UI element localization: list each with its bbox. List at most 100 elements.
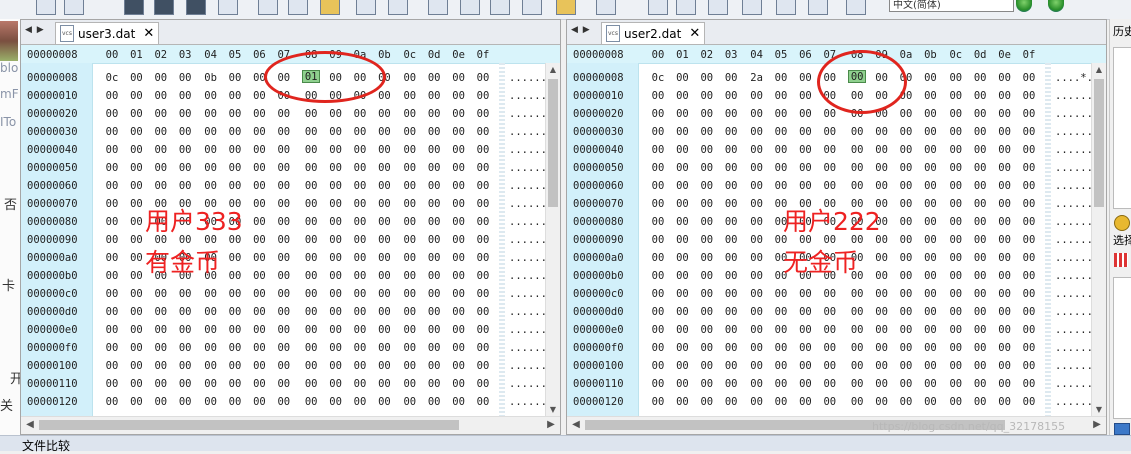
hex-byte[interactable]: 00 xyxy=(351,378,369,390)
ascii-text[interactable]: ...... xyxy=(509,90,547,102)
hex-byte[interactable]: 00 xyxy=(202,396,220,408)
hex-row[interactable]: 000000e0 00 00 00 00 00 00 00 00 00 00 00 00 00 00 00 00… xyxy=(21,321,547,339)
hex-byte[interactable]: 00 xyxy=(971,342,989,354)
hex-byte[interactable]: 00 xyxy=(425,126,443,138)
ascii-text[interactable]: ...... xyxy=(509,252,547,264)
hex-byte[interactable]: 00 xyxy=(375,162,393,174)
hex-byte[interactable]: 00 xyxy=(698,288,716,300)
hex-byte[interactable]: 00 xyxy=(127,90,145,102)
paste-icon[interactable] xyxy=(388,0,408,15)
hex-byte[interactable]: 00 xyxy=(127,198,145,210)
hex-byte[interactable]: 00 xyxy=(302,108,320,120)
hex-row[interactable]: 000000a0 00 00 00 00 00 00 00 00 00 00 00 00 00 00 00 00… xyxy=(21,249,547,267)
hex-byte[interactable]: 00 xyxy=(401,180,419,192)
hex-byte[interactable]: 00 xyxy=(226,270,244,282)
hex-byte[interactable]: 00 xyxy=(450,378,468,390)
hex-byte[interactable]: 00 xyxy=(722,306,740,318)
hex-byte[interactable]: 00 xyxy=(897,324,915,336)
hex-byte[interactable]: 00 xyxy=(921,270,939,282)
hex-byte[interactable]: 00 xyxy=(996,396,1014,408)
hex-byte[interactable]: 00 xyxy=(425,108,443,120)
hex-byte[interactable]: 00 xyxy=(649,180,667,192)
hex-byte[interactable]: 00 xyxy=(971,162,989,174)
calendar-small-icon[interactable] xyxy=(1114,423,1130,435)
ascii-text[interactable]: ...... xyxy=(509,72,547,84)
hex-byte[interactable]: 00 xyxy=(873,144,891,156)
hex-byte[interactable]: 00 xyxy=(947,108,965,120)
hex-row[interactable]: 00000060 00 00 00 00 00 00 00 00 00 00 00 00 00 00 00 00… xyxy=(567,177,1093,195)
hex-byte[interactable]: 00 xyxy=(152,90,170,102)
ascii-text[interactable]: ...... xyxy=(509,126,547,138)
hex-byte[interactable]: 00 xyxy=(127,162,145,174)
scroll-down-icon[interactable]: ▼ xyxy=(546,403,560,417)
hex-byte[interactable]: 00 xyxy=(152,360,170,372)
hex-byte[interactable]: 00 xyxy=(302,162,320,174)
tools-icon[interactable] xyxy=(490,0,510,15)
hex-byte[interactable]: 00 xyxy=(103,162,121,174)
ascii-text[interactable]: ...... xyxy=(509,234,547,246)
hex-byte[interactable]: 00 xyxy=(127,216,145,228)
hex-byte[interactable]: 00 xyxy=(947,72,965,84)
hex-byte[interactable]: 00 xyxy=(698,306,716,318)
hex-byte[interactable]: 00 xyxy=(176,180,194,192)
hex-byte[interactable]: 00 xyxy=(996,342,1014,354)
hex-byte[interactable]: 00 xyxy=(275,126,293,138)
ascii-text[interactable]: ...... xyxy=(1055,144,1093,156)
hex-byte[interactable]: 00 xyxy=(1020,342,1038,354)
hex-byte[interactable]: 00 xyxy=(649,306,667,318)
hex-byte[interactable]: 00 xyxy=(127,288,145,300)
hex-byte[interactable]: 00 xyxy=(176,126,194,138)
hex-byte[interactable]: 00 xyxy=(796,288,814,300)
hex-byte[interactable]: 00 xyxy=(772,288,790,300)
hex-byte[interactable]: 00 xyxy=(250,270,268,282)
undo-icon[interactable] xyxy=(258,0,278,15)
ascii-text[interactable]: ...... xyxy=(1055,378,1093,390)
hex-byte[interactable]: 00 xyxy=(821,306,839,318)
hex-byte[interactable]: 00 xyxy=(873,162,891,174)
hex-byte[interactable]: 00 xyxy=(1020,396,1038,408)
hex-byte[interactable]: 00 xyxy=(772,342,790,354)
hex-byte[interactable]: 00 xyxy=(848,396,866,408)
hex-byte[interactable]: 00 xyxy=(722,162,740,174)
hex-byte[interactable]: 00 xyxy=(649,252,667,264)
hex-byte[interactable]: 00 xyxy=(947,126,965,138)
hex-byte[interactable]: 00 xyxy=(375,396,393,408)
hex-byte[interactable]: 00 xyxy=(450,72,468,84)
hex-byte[interactable]: 00 xyxy=(375,306,393,318)
hex-byte[interactable]: 00 xyxy=(921,252,939,264)
hex-byte[interactable]: 00 xyxy=(474,90,492,102)
hex-byte[interactable]: 00 xyxy=(748,180,766,192)
hex-byte[interactable]: 00 xyxy=(103,288,121,300)
hex-byte[interactable]: 00 xyxy=(351,162,369,174)
tab-nav-arrows-icon[interactable]: ◀ ▶ xyxy=(25,25,45,35)
hex-byte[interactable]: 00 xyxy=(722,198,740,210)
hex-byte[interactable]: 00 xyxy=(673,180,691,192)
hex-byte[interactable]: 00 xyxy=(450,90,468,102)
ascii-text[interactable]: ...... xyxy=(1055,324,1093,336)
hex-row[interactable]: 000000c0 00 00 00 00 00 00 00 00 00 00 00 00 00 00 00 00… xyxy=(21,285,547,303)
hex-byte[interactable]: 00 xyxy=(152,126,170,138)
hex-byte[interactable]: 00 xyxy=(250,216,268,228)
save-as-icon[interactable] xyxy=(186,0,206,15)
hex-byte[interactable]: 00 xyxy=(152,288,170,300)
hex-byte[interactable]: 00 xyxy=(103,270,121,282)
scroll-left-icon[interactable]: ◀ xyxy=(23,418,37,432)
hex-byte[interactable]: 00 xyxy=(450,108,468,120)
hscroll-thumb[interactable] xyxy=(39,420,459,430)
hex-byte[interactable]: 00 xyxy=(375,378,393,390)
hex-byte[interactable]: 00 xyxy=(450,252,468,264)
hex-byte[interactable]: 00 xyxy=(275,378,293,390)
hex-byte[interactable]: 00 xyxy=(275,162,293,174)
hex-byte[interactable]: 00 xyxy=(351,198,369,210)
hex-byte[interactable]: 00 xyxy=(722,396,740,408)
hex-byte[interactable]: 00 xyxy=(873,180,891,192)
hex-byte[interactable]: 00 xyxy=(327,270,345,282)
hex-byte[interactable]: 00 xyxy=(748,378,766,390)
hex-byte[interactable]: 00 xyxy=(152,144,170,156)
ascii-text[interactable]: ...... xyxy=(1055,396,1093,408)
hex-byte[interactable]: 00 xyxy=(673,144,691,156)
hex-byte[interactable]: 00 xyxy=(375,342,393,354)
hex-byte[interactable]: 00 xyxy=(897,360,915,372)
hex-byte[interactable]: 00 xyxy=(649,234,667,246)
hex-byte[interactable]: 00 xyxy=(772,72,790,84)
